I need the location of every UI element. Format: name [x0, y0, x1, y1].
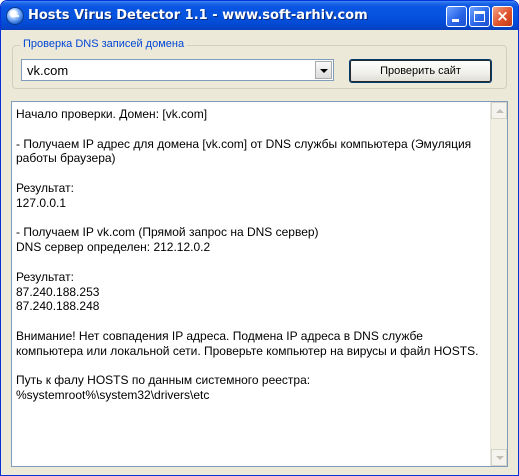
maximize-button[interactable]	[469, 6, 490, 27]
log-line: 87.240.188.248	[16, 299, 100, 314]
log-line: Результат:	[16, 269, 74, 284]
log-line: Путь к фалу HOSTS по данным системного р…	[16, 373, 311, 388]
check-site-button[interactable]: Проверить сайт	[349, 59, 492, 83]
dns-check-group-label: Проверка DNS записей домена	[20, 38, 188, 50]
close-icon: ×	[496, 7, 509, 25]
log-line: Результат:	[16, 180, 74, 195]
arrow-up-icon	[496, 109, 504, 113]
title-bar[interactable]: Hosts Virus Detector 1.1 - www.soft-arhi…	[1, 1, 518, 30]
domain-input[interactable]: vk.com	[27, 63, 68, 78]
log-line: DNS сервер определен: 212.12.0.2	[16, 240, 211, 255]
arrow-down-icon	[496, 456, 504, 460]
log-line: 127.0.0.1	[16, 195, 67, 210]
app-globe-icon[interactable]	[7, 8, 23, 24]
app-window: Hosts Virus Detector 1.1 - www.soft-arhi…	[0, 0, 519, 476]
log-line: Внимание! Нет совпадения IP адреса. Подм…	[16, 328, 423, 343]
scroll-up-button[interactable]	[491, 102, 507, 119]
log-line: работы браузера)	[16, 151, 116, 166]
log-text: Начало проверки. Домен: [vk.com] - Получа…	[16, 107, 486, 403]
log-line: - Получаем IP адрес для домена [vk.com] …	[16, 136, 472, 151]
log-line: Начало проверки. Домен: [vk.com]	[16, 107, 208, 121]
minimize-icon	[452, 19, 459, 22]
domain-dropdown-button[interactable]	[315, 61, 332, 79]
log-line: %systemroot%\system32\drivers\etc	[16, 388, 210, 403]
log-line: 87.240.188.253	[16, 284, 100, 299]
chevron-down-icon	[320, 69, 328, 73]
domain-combobox[interactable]: vk.com	[21, 59, 334, 81]
vertical-scrollbar[interactable]	[490, 102, 507, 466]
log-line: компьютера или локальной сети. Проверьте…	[16, 343, 479, 358]
maximize-icon	[474, 11, 485, 22]
close-button[interactable]: ×	[492, 6, 513, 27]
log-line: - Получаем IP vk.com (Прямой запрос на D…	[16, 225, 319, 240]
check-site-button-label: Проверить сайт	[380, 65, 461, 77]
minimize-button[interactable]	[446, 6, 467, 27]
window-title: Hosts Virus Detector 1.1 - www.soft-arhi…	[28, 8, 368, 23]
scroll-down-button[interactable]	[491, 449, 507, 466]
log-output[interactable]: Начало проверки. Домен: [vk.com] - Получа…	[11, 101, 508, 467]
